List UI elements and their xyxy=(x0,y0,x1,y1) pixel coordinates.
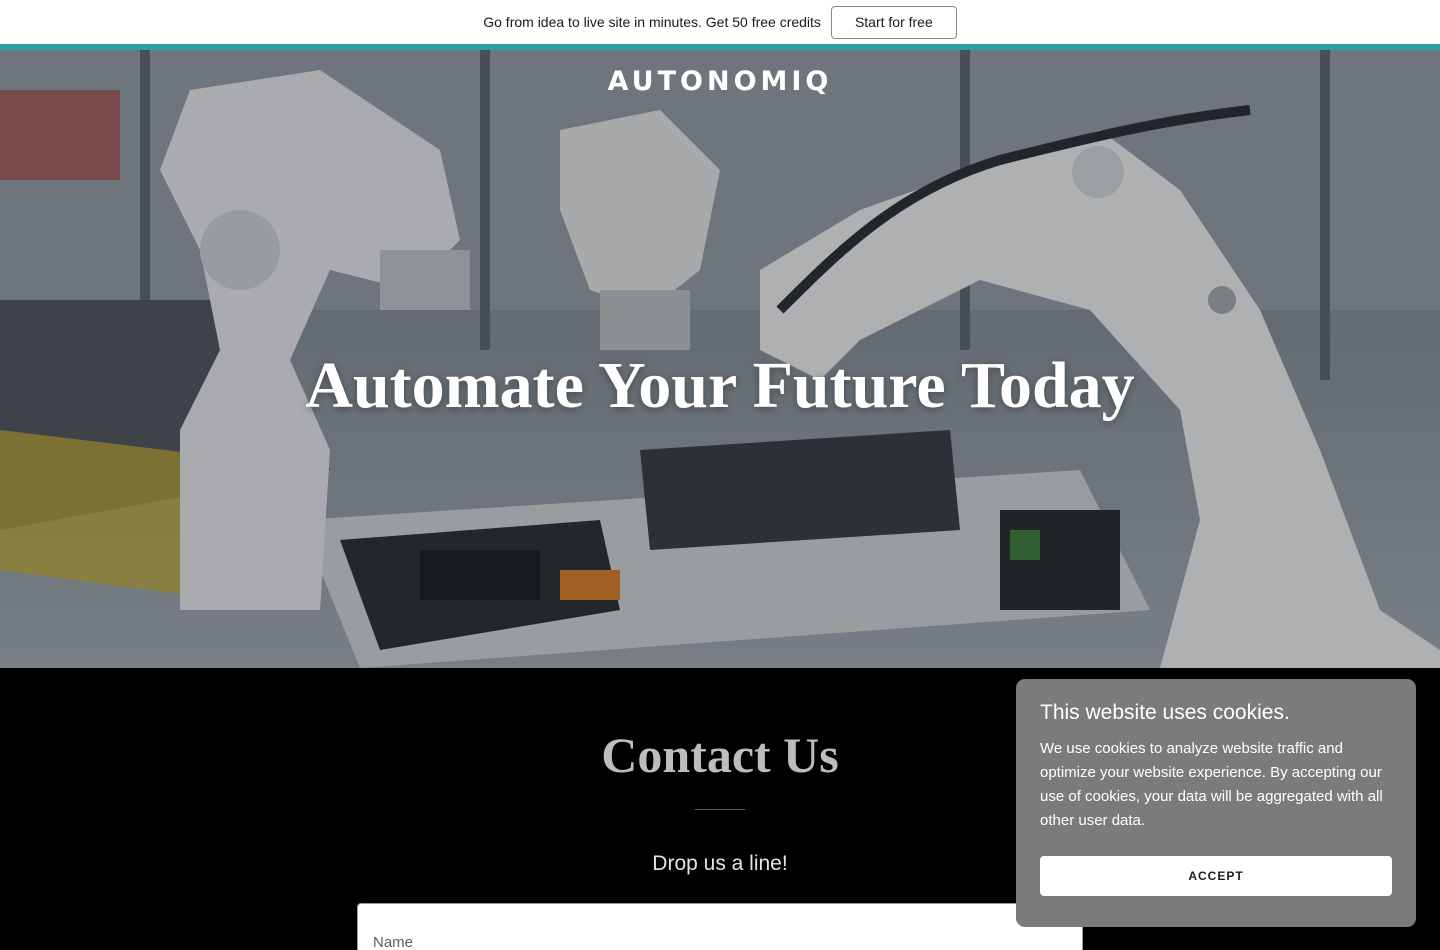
cookie-banner-title: This website uses cookies. xyxy=(1040,701,1290,724)
contact-divider xyxy=(695,809,745,810)
accept-cookies-button[interactable]: ACCEPT xyxy=(1040,856,1392,896)
hero-section: AUTONOMIQ Automate Your Future Today xyxy=(0,50,1440,668)
cookie-banner-body: We use cookies to analyze website traffi… xyxy=(1040,740,1383,829)
name-input[interactable] xyxy=(357,903,1083,950)
start-for-free-button[interactable]: Start for free xyxy=(830,5,957,39)
hero-title: Automate Your Future Today xyxy=(305,349,1135,422)
promo-text: Go from idea to live site in minutes. Ge… xyxy=(483,14,821,30)
site-logo[interactable]: AUTONOMIQ xyxy=(0,66,1440,97)
promo-bar: Go from idea to live site in minutes. Ge… xyxy=(0,0,1440,44)
cookie-banner: This website uses cookies. We use cookie… xyxy=(1016,679,1416,927)
